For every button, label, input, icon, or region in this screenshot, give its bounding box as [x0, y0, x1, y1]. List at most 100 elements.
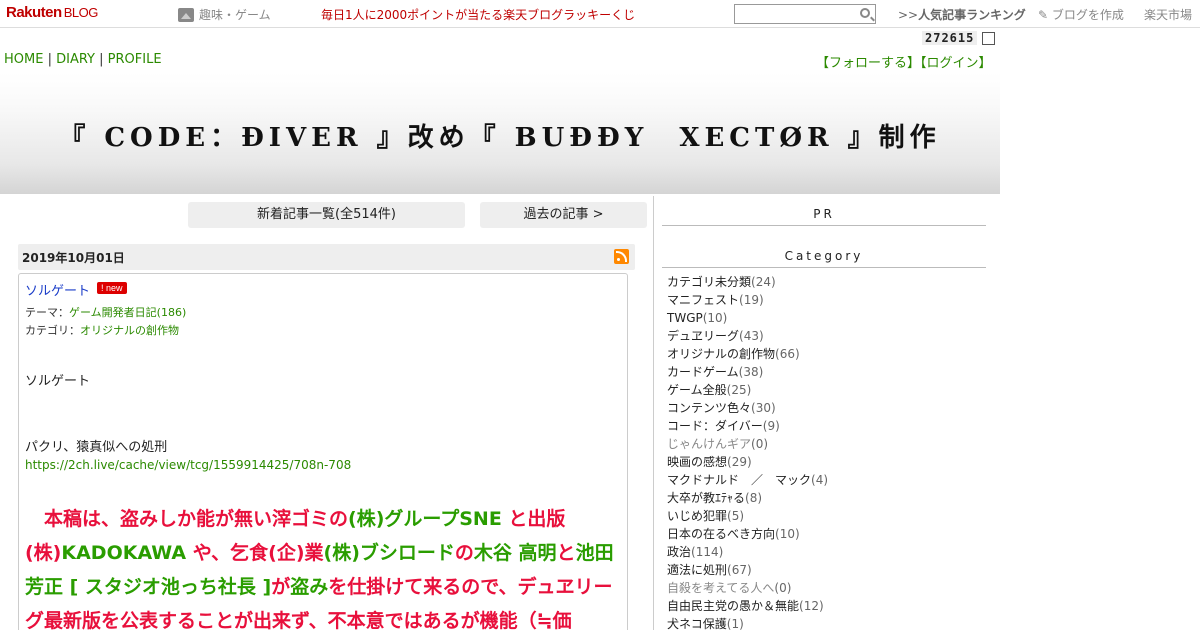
category-item[interactable]: じゃんけんギア(0) — [667, 435, 828, 453]
category-count: (67) — [727, 563, 752, 577]
access-counter: 272615 — [922, 31, 996, 45]
category-count: (5) — [727, 509, 745, 523]
search-input[interactable] — [735, 5, 853, 23]
category-count: (4) — [811, 473, 829, 487]
category-count: (10) — [702, 311, 728, 325]
make-blog-link[interactable]: ✎ ブログを作成 — [1038, 6, 1124, 23]
entry-theme: テーマ：ゲーム開発者日記(186) — [25, 304, 186, 320]
category-name: コード：ダイバー — [667, 419, 763, 433]
category-count: (9) — [762, 419, 780, 433]
top-bar: Rakuten BLOG 趣味・ゲーム 毎日1人に2000ポイントが当たる楽天ブロ… — [0, 0, 1200, 28]
pr-heading: PR — [813, 207, 835, 221]
entry-title-link[interactable]: ソルゲート — [25, 280, 90, 299]
theme-label: テーマ： — [25, 306, 69, 319]
new-badge: ! new — [97, 282, 127, 294]
category-item[interactable]: マクドナルド ／ マック(4) — [667, 471, 828, 489]
past-articles-button[interactable]: 過去の記事 > — [480, 202, 647, 228]
ranking-link[interactable]: >>人気記事ランキング — [898, 6, 1026, 23]
new-badge-text: new — [106, 283, 123, 293]
category-item[interactable]: 大卒が教ｴﾃｬる(8) — [667, 489, 828, 507]
category-item[interactable]: 適法に処刑(67) — [667, 561, 828, 579]
category-count: (10) — [775, 527, 800, 541]
follow-login-links[interactable]: 【フォローする】【ログイン】 — [816, 52, 992, 71]
category-item[interactable]: コード：ダイバー(9) — [667, 417, 828, 435]
highlight-segment: (株)ブシロード — [323, 542, 455, 564]
category-count: (1) — [726, 617, 744, 630]
column-divider — [653, 196, 654, 630]
category-name: マクドナルド ／ マック — [667, 473, 812, 487]
category-count: (19) — [739, 293, 764, 307]
nav-home[interactable]: HOME — [4, 52, 43, 67]
counter-info-icon[interactable] — [982, 31, 996, 45]
category-item[interactable]: TWGP(10) — [667, 309, 828, 327]
nav-separator: | — [95, 52, 108, 67]
category-count: (8) — [745, 491, 763, 505]
entry-body: ソルゲート ! new テーマ：ゲーム開発者日記(186) カテゴリ：オリジナル… — [18, 273, 628, 630]
entry-date-bar: 2019年10月01日 — [18, 244, 635, 270]
category-item[interactable]: 日本の在るべき方向(10) — [667, 525, 828, 543]
theme-link[interactable]: ゲーム開発者日記(186) — [69, 306, 186, 319]
category-count: (43) — [739, 329, 764, 343]
category-link[interactable]: オリジナルの創作物 — [80, 324, 179, 337]
rakuten-market-link[interactable]: 楽天市場 — [1144, 6, 1192, 23]
category-name: 適法に処刑 — [667, 563, 728, 577]
highlight-segment: と — [556, 542, 576, 564]
entry-url-link[interactable]: https://2ch.live/cache/view/tcg/15599144… — [25, 458, 351, 472]
category-item[interactable]: コンテンツ色々(30) — [667, 399, 828, 417]
category-count: (24) — [751, 275, 776, 289]
logo-blog-text: BLOG — [63, 5, 99, 20]
category-count: (38) — [738, 365, 764, 379]
highlight-segment: KADOKAWA — [61, 542, 187, 564]
latest-articles-button[interactable]: 新着記事一覧(全514件) — [188, 202, 465, 228]
category-name: ゲーム全般 — [667, 383, 727, 397]
make-blog-label: ブログを作成 — [1051, 8, 1124, 22]
category-item[interactable]: カテゴリ未分類(24) — [667, 273, 828, 291]
blog-nav: HOME | DIARY | PROFILE — [4, 52, 162, 67]
category-name: 映画の感想 — [667, 455, 728, 469]
lottery-link[interactable]: 毎日1人に2000ポイントが当たる楽天ブログラッキーくじ — [321, 6, 635, 23]
entry-highlight-text: 本稿は、盗みしか能が無い滓ゴミの(株)グループSNE と出版(株)KADOKAW… — [25, 502, 623, 630]
category-name: マニフェスト — [667, 293, 740, 307]
category-count: (0) — [774, 581, 792, 595]
category-item[interactable]: カードゲーム(38) — [667, 363, 828, 381]
category-count: (66) — [775, 347, 800, 361]
nav-separator: | — [43, 52, 57, 67]
ranking-prefix: >> — [898, 8, 919, 22]
category-item[interactable]: ゲーム全般(25) — [667, 381, 828, 399]
category-heading: Category — [784, 249, 864, 263]
entry-date: 2019年10月01日 — [22, 251, 125, 265]
category-item[interactable]: 自殺を考えてる人へ(0) — [667, 579, 828, 597]
category-name: 自由民主党の愚か＆無能 — [667, 599, 800, 613]
category-name: カテゴリ未分類 — [667, 275, 752, 289]
category-name: TWGP — [667, 311, 703, 325]
nav-diary[interactable]: DIARY — [56, 52, 95, 67]
search-icon[interactable] — [860, 8, 870, 18]
category-name: 大卒が教ｴﾃｬる — [667, 491, 746, 505]
image-icon — [178, 7, 194, 22]
category-item[interactable]: オリジナルの創作物(66) — [667, 345, 828, 363]
blog-title[interactable]: 『 CODE：ĐIVER 』改め『 BUĐĐY XECTØR 』制作 — [0, 117, 1000, 154]
category-count: (12) — [799, 599, 824, 613]
rss-icon[interactable] — [614, 249, 629, 264]
nav-profile[interactable]: PROFILE — [108, 52, 162, 67]
category-item[interactable]: デュヱリーグ(43) — [667, 327, 828, 345]
category-item[interactable]: 映画の感想(29) — [667, 453, 828, 471]
genre-link[interactable]: 趣味・ゲーム — [178, 6, 271, 23]
category-count: (114) — [691, 545, 724, 559]
category-label: カテゴリ： — [25, 324, 80, 337]
category-count: (0) — [751, 437, 769, 451]
rakuten-blog-logo[interactable]: Rakuten BLOG — [6, 4, 98, 21]
category-name: いじめ犯罪 — [667, 509, 728, 523]
category-item[interactable]: いじめ犯罪(5) — [667, 507, 828, 525]
category-item[interactable]: 自由民主党の愚か＆無能(12) — [667, 597, 828, 615]
highlight-segment: の — [454, 542, 474, 564]
counter-value: 272615 — [922, 31, 978, 45]
highlight-segment: 木谷 高明 — [473, 542, 557, 564]
entry-category: カテゴリ：オリジナルの創作物 — [25, 322, 179, 338]
category-item[interactable]: 政治(114) — [667, 543, 828, 561]
highlight-segment: や、乞食(企)業 — [186, 542, 324, 564]
category-item[interactable]: 犬ネコ保護(1) — [667, 615, 828, 630]
category-item[interactable]: マニフェスト(19) — [667, 291, 828, 309]
category-name: コンテンツ色々 — [667, 401, 752, 415]
highlight-segment: (株)グループSNE — [348, 508, 502, 530]
